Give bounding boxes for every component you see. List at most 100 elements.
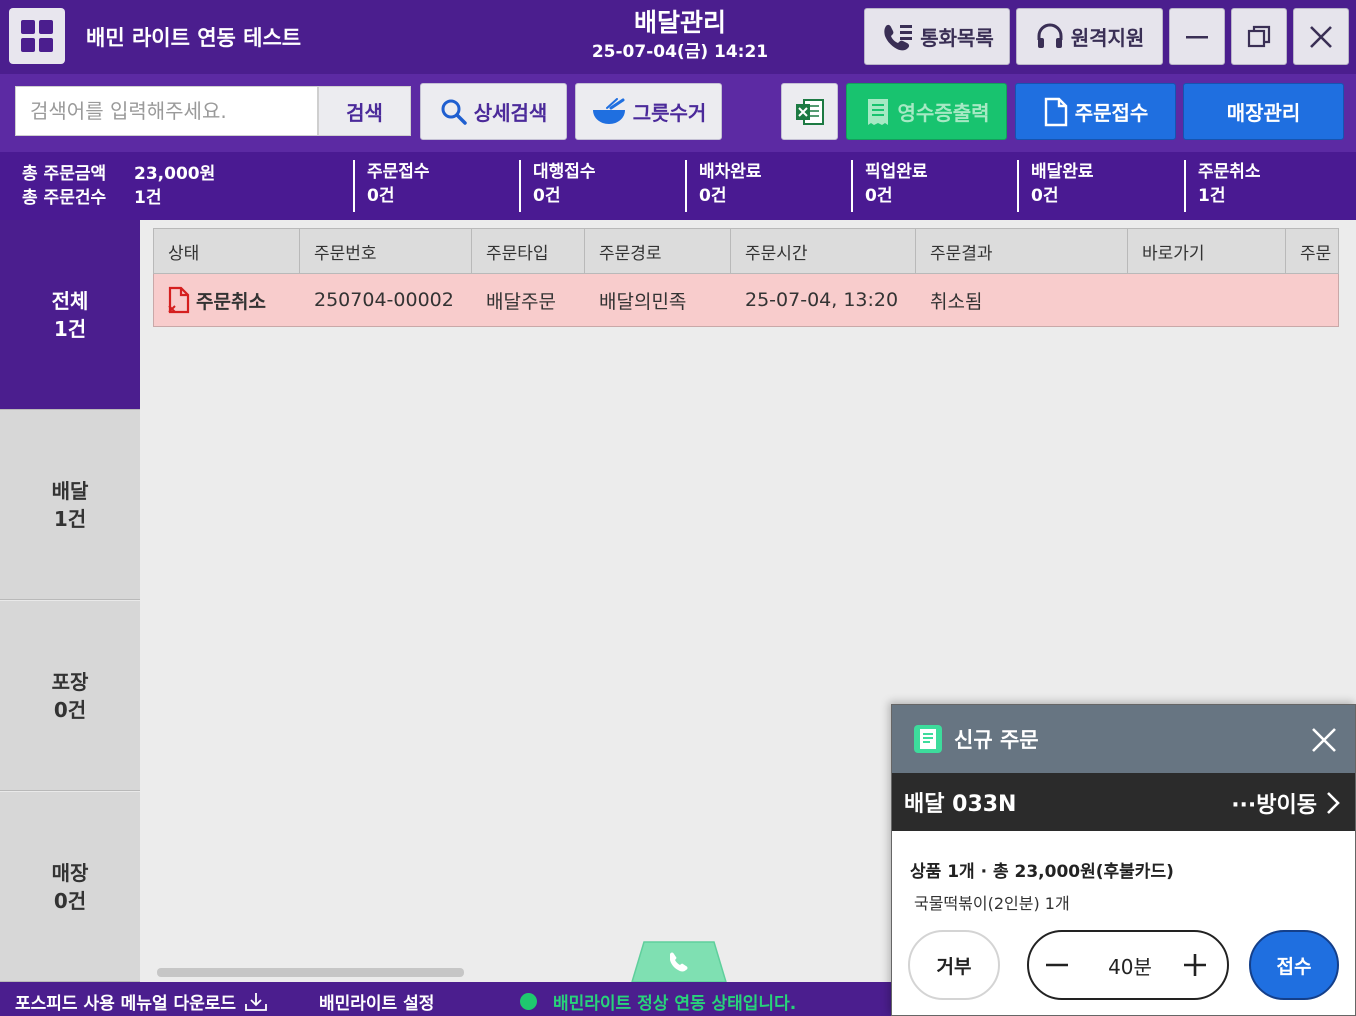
cook-time-value: 40분 [1108,954,1152,979]
store-manage-button[interactable]: 매장관리 [1183,83,1344,140]
cell-order-type: 배달주문 [486,290,556,313]
stat-value: 0건 [1031,186,1059,206]
download-icon [245,992,267,1011]
status-indicator [520,993,537,1010]
column-header[interactable]: 주문경로 [585,229,731,273]
detail-search-label: 상세검색 [473,101,548,125]
popup-header: 신규 주문 [892,705,1355,773]
receipt-print-label: 영수증출력 [897,101,990,125]
column-header[interactable]: 주문번호 [300,229,472,273]
stat-agent-received[interactable]: 대행접수 0건 [519,160,596,212]
restore-button[interactable] [1231,8,1287,65]
column-header[interactable]: 주문시간 [731,229,916,273]
detail-search-button[interactable]: 상세검색 [420,83,567,140]
manual-download-link[interactable]: 포스피드 사용 메뉴얼 다운로드 [15,989,268,1014]
order-code: 배달 033N [904,792,1017,817]
link-status-text: 배민라이트 정상 연동 상태입니다. [553,994,797,1014]
column-header[interactable]: 주문결과 [916,229,1128,273]
plus-icon[interactable] [1179,949,1211,981]
excel-button[interactable] [781,83,838,140]
receipt-print-button[interactable]: 영수증출력 [846,83,1007,140]
cell-shortcut[interactable] [1128,274,1286,326]
stat-label: 배차완료 [699,162,762,182]
stat-pickup-complete[interactable]: 픽업완료 0건 [851,160,928,212]
column-header[interactable]: 주문타입 [472,229,585,273]
remote-support-button[interactable]: 원격지원 [1016,8,1163,65]
cell-order-result: 취소됨 [930,290,983,313]
current-datetime: 25-07-04(금) 14:21 [591,42,769,62]
bowl-icon [592,97,625,124]
cell-order-channel: 배달의민족 [599,290,687,313]
total-amount-value: 23,000원 [134,164,216,184]
minimize-icon [1186,35,1208,38]
nav-label: 전체 [51,288,89,313]
cell-order-no: 250704-00002 [314,289,454,311]
call-tab-button[interactable] [630,940,728,982]
dish-collect-label: 그릇수거 [632,101,707,125]
popup-body: 상품 1개 · 총 23,000원(후불카드) 국물떡볶이(2인분) 1개 [892,831,1355,914]
cell-status: 주문취소 [154,274,300,326]
app-menu-button[interactable] [9,8,65,64]
close-button[interactable] [1293,8,1349,65]
search-input[interactable] [15,86,318,136]
stat-dispatch-complete[interactable]: 배차완료 0건 [685,160,762,212]
call-log-button[interactable]: 통화목록 [864,8,1010,65]
minus-icon[interactable] [1041,949,1073,981]
store-manage-label: 매장관리 [1226,101,1301,125]
nav-item-takeout[interactable]: 포장 0건 [0,601,140,791]
nav-count: 1건 [53,506,87,531]
headset-icon [1037,23,1063,48]
popup-actions: 거부 40분 접수 [908,930,1340,1000]
column-header[interactable]: 바로가기 [1128,229,1286,273]
horizontal-scrollbar[interactable] [157,968,464,977]
column-header[interactable]: 상태 [154,229,300,273]
nav-item-delivery[interactable]: 배달 1건 [0,410,140,600]
baemin-settings-link[interactable]: 배민라이트 설정 [319,989,434,1014]
phone-list-icon [884,24,913,50]
column-header[interactable]: 주문 [1286,229,1338,273]
grid-icon [21,20,35,34]
accept-button[interactable]: 접수 [1249,930,1339,1000]
stat-order-cancel[interactable]: 주문취소 1건 [1184,160,1261,212]
document-cancel-icon [168,286,190,314]
reject-button[interactable]: 거부 [908,930,1000,1000]
dish-collect-button[interactable]: 그릇수거 [575,83,722,140]
summary-bar: 총 주문금액 23,000원 총 주문건수 1건 주문접수 0건 대행접수 0건 배… [0,152,1356,220]
cell-extra [1286,274,1338,326]
order-type-nav: 전체 1건 배달 1건 포장 0건 매장 0건 [0,220,140,982]
nav-count: 0건 [53,888,87,913]
nav-item-all[interactable]: 전체 1건 [0,220,140,410]
search-icon [441,99,467,125]
call-log-label: 통화목록 [920,26,994,50]
order-accept-button[interactable]: 주문접수 [1015,83,1176,140]
summary-totals: 총 주문금액 23,000원 총 주문건수 1건 [22,162,215,210]
new-order-popup: 신규 주문 배달 033N ···방이동 상품 1개 · 총 23,000원(후… [891,704,1356,1016]
stat-label: 대행접수 [533,162,596,182]
order-accept-label: 주문접수 [1074,101,1149,125]
cook-time-stepper: 40분 [1027,930,1229,1000]
minimize-button[interactable] [1169,8,1225,65]
popup-order-bar: 배달 033N ···방이동 [892,773,1355,831]
chevron-right-icon [1327,792,1340,814]
address-link[interactable]: ···방이동 [1231,787,1343,819]
page-title: 배달관리 [633,8,726,37]
store-name: 배민 라이트 연동 테스트 [86,26,302,50]
nav-item-store[interactable]: 매장 0건 [0,792,140,982]
link-status: 배민라이트 정상 연동 상태입니다. [520,989,796,1014]
search-button[interactable]: 검색 [318,86,411,136]
order-table: 상태 주문번호 주문타입 주문경로 주문시간 주문결과 바로가기 주문 주문취소… [153,228,1339,327]
total-count-value: 1건 [134,188,162,208]
document-icon [1044,97,1067,126]
nav-count: 0건 [53,697,87,722]
total-amount-label: 총 주문금액 [22,164,107,184]
stat-label: 픽업완료 [865,162,928,182]
stat-order-received[interactable]: 주문접수 0건 [353,160,430,212]
total-count-label: 총 주문건수 [22,188,107,208]
stat-value: 0건 [865,186,893,206]
close-icon[interactable] [1309,725,1339,755]
stat-delivery-complete[interactable]: 배달완료 0건 [1017,160,1094,212]
address-text: ···방이동 [1231,793,1317,818]
title-bar: 배민 라이트 연동 테스트 배달관리 25-07-04(금) 14:21 통화목… [0,0,1356,74]
stat-value: 0건 [367,186,395,206]
table-row[interactable]: 주문취소 250704-00002 배달주문 배달의민족 25-07-04, 1… [153,274,1339,327]
